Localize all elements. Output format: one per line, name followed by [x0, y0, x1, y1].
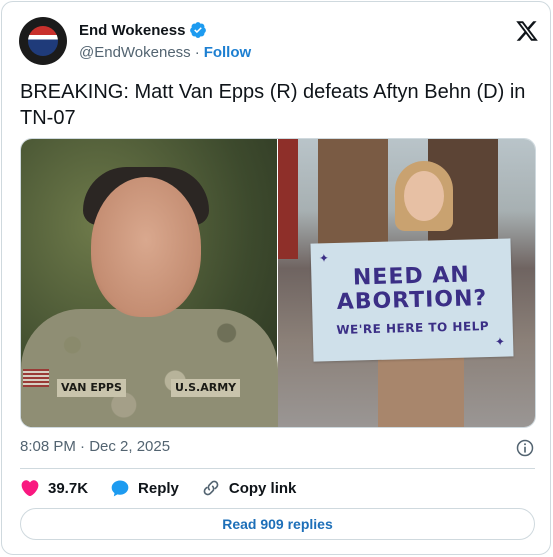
name-row: End Wokeness [79, 21, 207, 39]
info-icon[interactable] [515, 438, 535, 458]
sparkle-icon: ✦ [318, 251, 330, 266]
woman-face [404, 171, 444, 221]
verified-badge-icon [189, 21, 207, 39]
timestamp[interactable]: 8:08 PM · Dec 2, 2025 [20, 438, 170, 455]
flag-patch [23, 369, 49, 387]
name-tape: VAN EPPS [57, 379, 126, 397]
photo-soldier[interactable]: VAN EPPS U.S.ARMY [21, 139, 278, 427]
timestamp-row: 8:08 PM · Dec 2, 2025 [20, 438, 535, 458]
tweet-card: End Wokeness @EndWokeness · Follow BREAK… [1, 1, 551, 555]
reply-button[interactable]: Reply [110, 478, 179, 498]
sparkle-icon: ✦ [494, 334, 506, 349]
branch-tape: U.S.ARMY [171, 379, 241, 397]
action-bar: 39.7K Reply Copy link [20, 477, 296, 499]
face [91, 177, 201, 317]
read-replies-button[interactable]: Read 909 replies [20, 508, 535, 540]
avatar[interactable] [19, 17, 67, 65]
protest-sign: ✦ ✦ NEED AN ABORTION? WE'RE HERE TO HELP [310, 238, 514, 362]
copy-link-label: Copy link [228, 479, 297, 497]
handle-row: @EndWokeness · Follow [79, 44, 251, 61]
link-icon [203, 480, 219, 496]
uniform [21, 309, 278, 427]
display-name[interactable]: End Wokeness [79, 22, 185, 39]
separator-dot: · [194, 44, 200, 61]
like-button[interactable]: 39.7K [20, 478, 88, 498]
sign-line-2: ABORTION? [336, 286, 488, 315]
avatar-flag-emblem [28, 26, 58, 56]
media-grid[interactable]: VAN EPPS U.S.ARMY ✦ ✦ NEED AN ABORTION? … [20, 138, 536, 428]
likes-count: 39.7K [48, 479, 89, 497]
heart-icon [21, 480, 39, 497]
reply-bubble-icon [111, 480, 129, 497]
handle[interactable]: @EndWokeness [79, 44, 191, 61]
photo-protest[interactable]: ✦ ✦ NEED AN ABORTION? WE'RE HERE TO HELP [278, 139, 535, 427]
sign-line-3: WE'RE HERE TO HELP [336, 318, 490, 337]
divider [20, 468, 535, 469]
woman-body [378, 349, 464, 427]
copy-link-button[interactable]: Copy link [201, 478, 297, 498]
x-logo-icon[interactable] [515, 19, 539, 43]
follow-button[interactable]: Follow [204, 44, 252, 61]
tweet-header: End Wokeness @EndWokeness · Follow [19, 17, 539, 65]
reply-label: Reply [138, 479, 179, 497]
tweet-text: BREAKING: Matt Van Epps (R) defeats Afty… [20, 81, 526, 129]
